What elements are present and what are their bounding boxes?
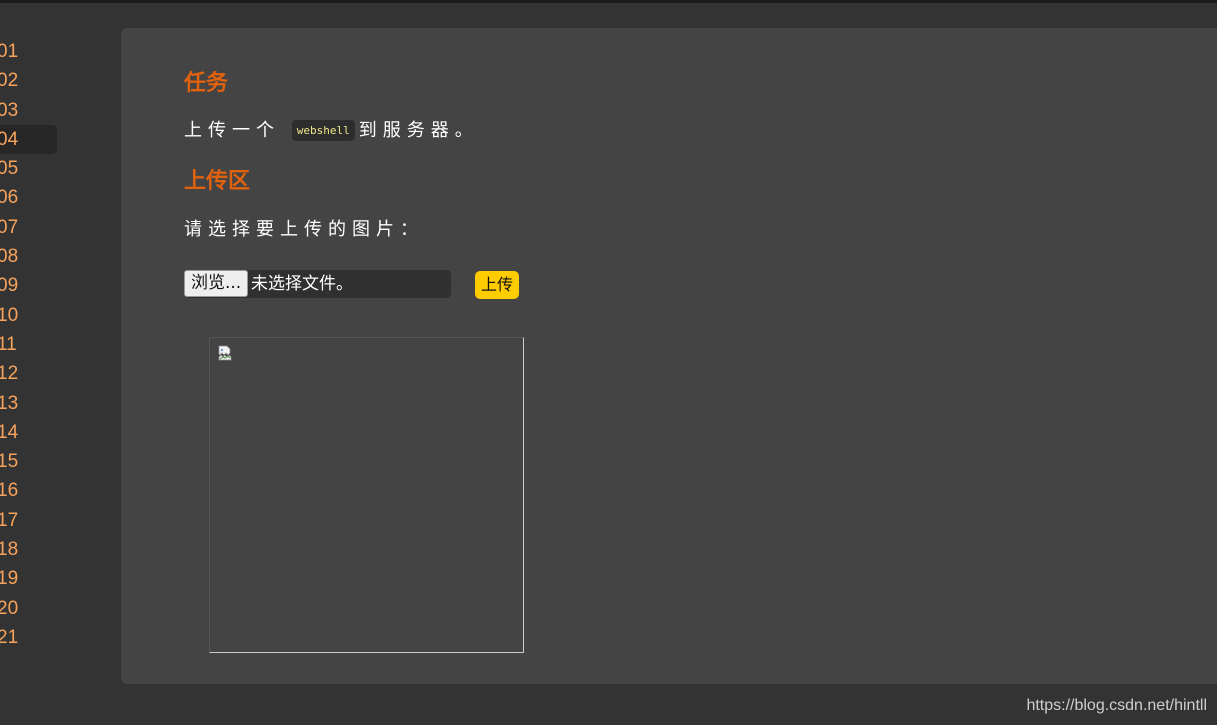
task-text-before: 上传一个 [184, 120, 280, 141]
upload-prompt: 请选择要上传的图片： [184, 219, 424, 240]
sidebar-item-11[interactable]: 11 [0, 330, 60, 359]
sidebar-item-08[interactable]: 08 [0, 242, 60, 271]
sidebar-item-09[interactable]: 09 [0, 271, 60, 300]
sidebar-item-07[interactable]: 07 [0, 213, 60, 242]
sidebar-item-18[interactable]: 18 [0, 535, 60, 564]
top-border [0, 0, 1217, 3]
sidebar-pass-list: 01 02 03 04 05 06 07 08 09 10 11 12 13 14 15 16 17 18 19 20… [0, 37, 60, 652]
file-input[interactable]: 浏览... 未选择文件。 [184, 270, 451, 298]
task-text-after: 到服务器。 [358, 120, 479, 141]
sidebar-item-16[interactable]: 16 [0, 476, 60, 505]
sidebar-item-15[interactable]: 15 [0, 447, 60, 476]
broken-image-icon [218, 345, 232, 361]
sidebar-item-20[interactable]: 20 [0, 594, 60, 623]
task-title: 任务 [184, 71, 229, 96]
browse-button[interactable]: 浏览... [184, 270, 249, 297]
main-panel: 任务 上传一个 webshell 到服务器。 上传区 请选择要上传的图片： 浏览.… [121, 28, 1217, 684]
image-preview [209, 337, 524, 653]
watermark-url: https://blog.csdn.net/hintll [1026, 697, 1207, 714]
sidebar-item-10[interactable]: 10 [0, 301, 60, 330]
sidebar-item-13[interactable]: 13 [0, 389, 60, 418]
task-code: webshell [291, 120, 355, 141]
sidebar-item-12[interactable]: 12 [0, 359, 60, 388]
sidebar-item-02[interactable]: 02 [0, 66, 60, 95]
upload-title: 上传区 [184, 169, 251, 194]
sidebar-item-05[interactable]: 05 [0, 154, 60, 183]
sidebar-item-21[interactable]: 21 [0, 623, 60, 652]
sidebar-item-01[interactable]: 01 [0, 37, 60, 66]
sidebar-item-19[interactable]: 19 [0, 564, 60, 593]
sidebar-item-03[interactable]: 03 [0, 96, 60, 125]
sidebar-item-17[interactable]: 17 [0, 506, 60, 535]
sidebar-item-04[interactable]: 04 [0, 124, 57, 155]
upload-button[interactable]: 上传 [475, 271, 520, 299]
task-description: 上传一个 webshell 到服务器。 [184, 116, 479, 142]
file-status-text: 未选择文件。 [251, 274, 353, 294]
sidebar-item-14[interactable]: 14 [0, 418, 60, 447]
sidebar-item-06[interactable]: 06 [0, 183, 60, 212]
